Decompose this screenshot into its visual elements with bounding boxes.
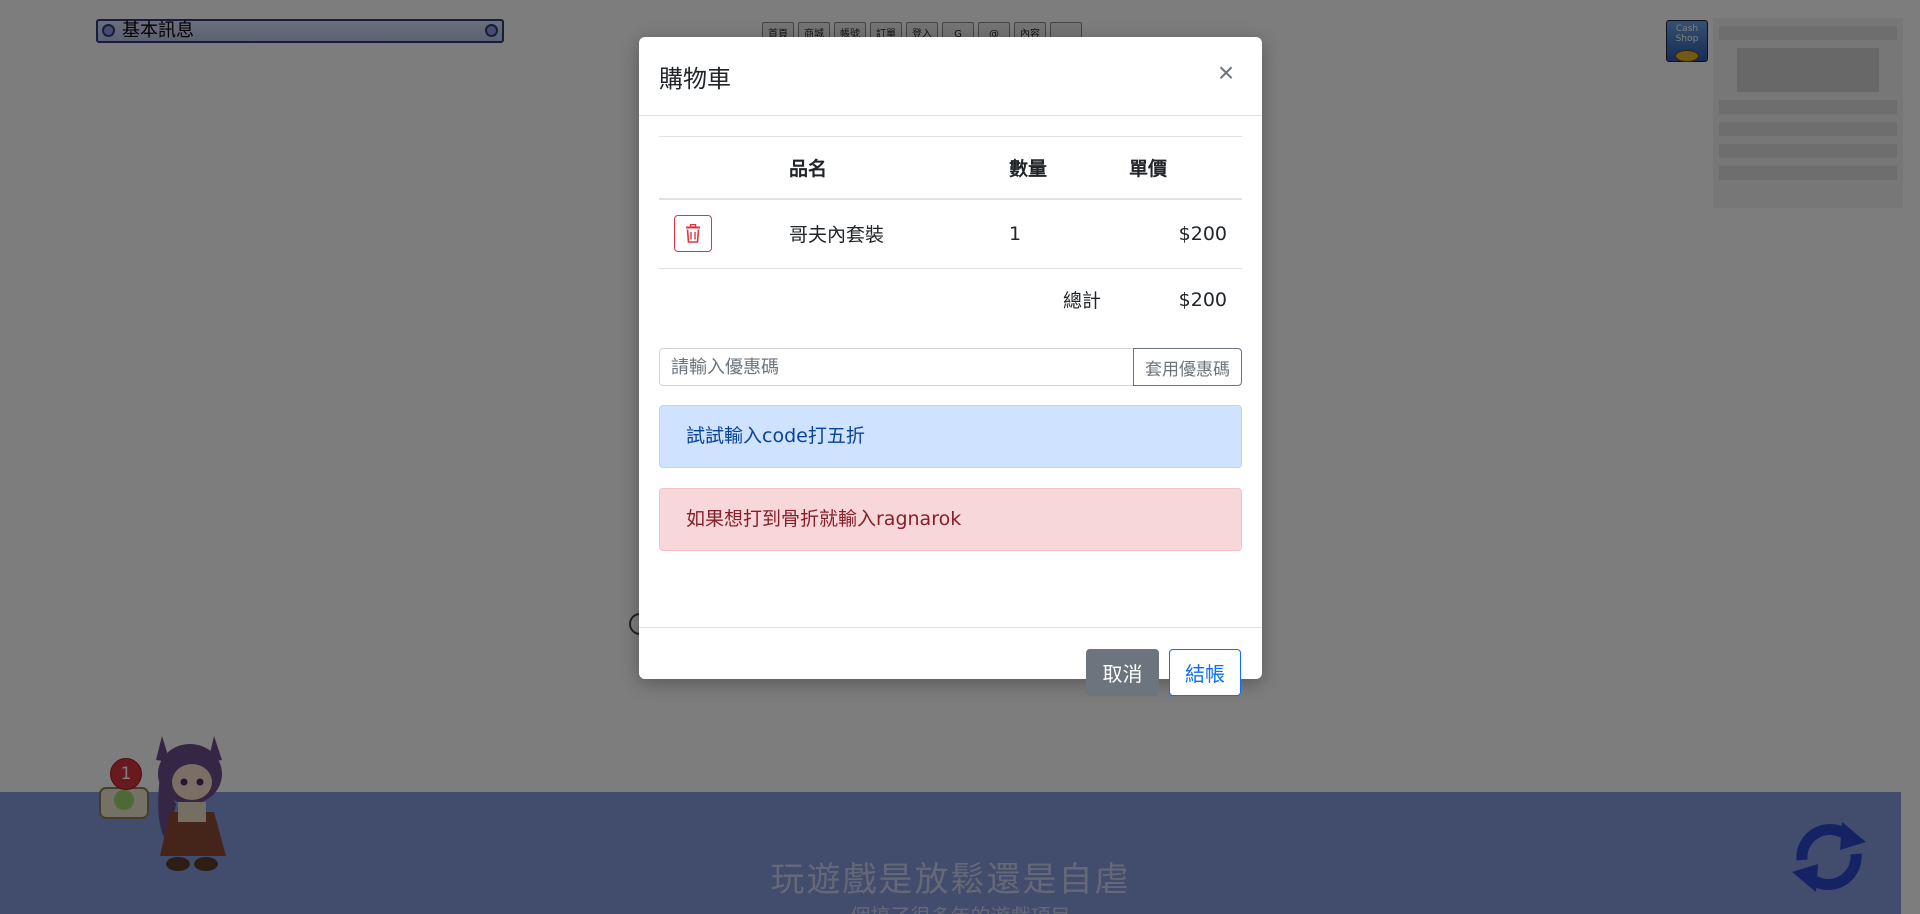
- total-row: 總計 $200: [659, 269, 1242, 331]
- cart-table: 品名 數量 單價 哥夫內套裝 1 $200 總計 $200: [659, 136, 1242, 331]
- column-header-quantity: 數量: [1009, 157, 1048, 180]
- trash-icon: [686, 224, 700, 244]
- item-name: 哥夫內套裝: [789, 224, 885, 247]
- table-header-row: 品名 數量 單價: [659, 136, 1242, 199]
- total-label: 總計: [1062, 290, 1101, 313]
- danger-alert: 如果想打到骨折就輸入ragnarok: [659, 488, 1242, 551]
- coupon-input[interactable]: [659, 348, 1133, 386]
- column-header-action: [659, 137, 789, 199]
- info-alert: 試試輸入code打五折: [659, 405, 1242, 468]
- table-row: 哥夫內套裝 1 $200: [659, 199, 1242, 269]
- checkout-button[interactable]: 結帳: [1169, 649, 1241, 696]
- delete-cell: [659, 199, 789, 269]
- cart-modal: 購物車 × 品名 數量 單價 哥夫內套裝 1 $200 總計 $200 請輸入優…: [639, 37, 1262, 696]
- modal-body: 品名 數量 單價 哥夫內套裝 1 $200 總計 $200 請輸入優惠碼 套用優…: [639, 116, 1262, 628]
- column-header-name: 品名: [789, 157, 828, 180]
- item-quantity: 1: [1009, 222, 1022, 245]
- delete-item-button[interactable]: [674, 215, 712, 253]
- column-header-price: 單價: [1129, 157, 1168, 180]
- item-price: $200: [1178, 222, 1227, 245]
- cancel-button[interactable]: 取消: [1086, 649, 1159, 696]
- modal-title: 購物車: [659, 65, 731, 93]
- coupon-input-group: 套用優惠碼: [659, 348, 1242, 386]
- total-value: $200: [1178, 288, 1227, 311]
- modal-footer: 取消 結帳: [639, 628, 1262, 696]
- modal-header: 購物車 ×: [639, 37, 1262, 116]
- apply-coupon-button[interactable]: 套用優惠碼: [1133, 348, 1242, 386]
- close-button[interactable]: ×: [1208, 55, 1244, 91]
